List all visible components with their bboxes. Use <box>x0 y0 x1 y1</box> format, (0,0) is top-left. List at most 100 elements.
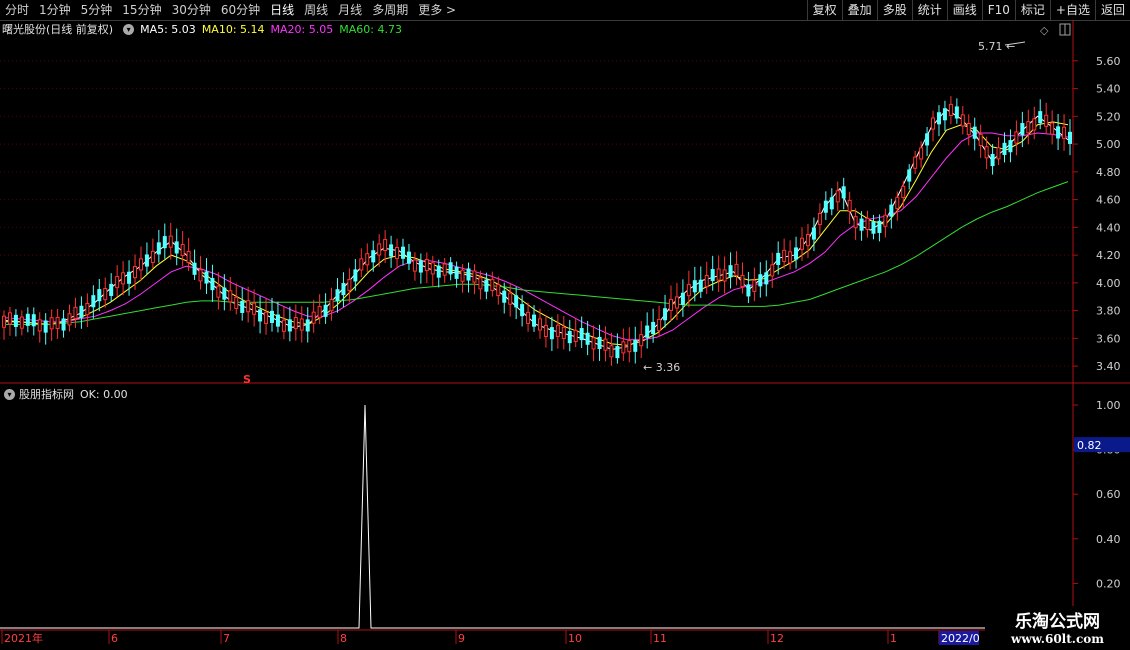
candle-body <box>1026 121 1031 134</box>
candle-body <box>996 147 1001 160</box>
candle-body <box>246 300 251 313</box>
y-tick-label: 3.60 <box>1096 332 1121 345</box>
candle-body <box>454 266 459 279</box>
candle-body <box>162 236 167 249</box>
candle-body <box>317 305 322 319</box>
candle-body <box>192 262 197 275</box>
candle-body <box>281 319 286 332</box>
candle-body <box>609 345 614 358</box>
candle-body <box>549 327 554 340</box>
candle-body <box>555 324 560 337</box>
candle-body <box>472 270 477 283</box>
candle-body <box>37 319 42 332</box>
candle-body <box>728 265 733 278</box>
candle-body <box>389 244 394 257</box>
candle-body <box>621 341 626 354</box>
candle-body <box>258 309 263 322</box>
diamond-icon: ◇ <box>1040 24 1049 37</box>
candle-body <box>25 313 30 326</box>
candle-body <box>865 217 870 230</box>
candle-body <box>144 254 149 267</box>
cursor-value-label: 0.82 <box>1077 439 1102 452</box>
y-tick-label: 4.80 <box>1096 166 1121 179</box>
candle-body <box>335 289 340 302</box>
candle-body <box>1020 123 1025 136</box>
candle-body <box>508 292 513 305</box>
candle-body <box>79 305 84 318</box>
candle-body <box>663 308 668 321</box>
candle-body <box>776 252 781 265</box>
y-tick-label: 5.20 <box>1096 110 1121 123</box>
candle-body <box>931 117 936 130</box>
candle-body <box>490 278 495 291</box>
candle-body <box>460 269 465 282</box>
y-tick-label: 4.60 <box>1096 194 1121 207</box>
candle-body <box>603 338 608 351</box>
candle-body <box>925 133 930 146</box>
candle-body <box>478 277 483 290</box>
candle-body <box>668 298 673 312</box>
candle-body <box>383 238 388 252</box>
candle-body <box>329 299 334 312</box>
y-tick-label: 3.40 <box>1096 360 1121 373</box>
y-tick-label: 3.80 <box>1096 305 1121 318</box>
candle-body <box>841 186 846 199</box>
candle-body <box>502 290 507 303</box>
candle-body <box>133 266 138 279</box>
candle-body <box>1014 131 1019 144</box>
x-axis-label: 9 <box>458 632 465 645</box>
candle-body <box>67 313 72 326</box>
candle-body <box>49 317 54 330</box>
candle-body <box>353 269 358 282</box>
candle-body <box>466 268 471 281</box>
candle-body <box>97 289 102 302</box>
candle-body <box>127 271 132 284</box>
candle-body <box>960 114 965 127</box>
candle-body <box>55 316 60 330</box>
candle-body <box>627 340 632 353</box>
candle-body <box>674 296 679 309</box>
candle-body <box>180 243 185 257</box>
candle-body <box>954 106 959 119</box>
candle-body <box>43 320 48 333</box>
candle-body <box>7 312 12 325</box>
y-tick-label: 4.20 <box>1096 249 1121 262</box>
candle-body <box>913 156 918 169</box>
kline-chart[interactable]: 5.60 5.40 5.20 5.00 4.80 4.60 4.40 4.20 4.00 3.80… <box>0 0 1130 650</box>
candle-body <box>871 221 876 234</box>
candle-body <box>1044 114 1049 127</box>
ma-line-ma10 <box>3 121 1069 346</box>
candle-body <box>633 339 638 352</box>
candle-body <box>496 283 501 297</box>
candle-body <box>228 290 233 303</box>
candle-body <box>401 246 406 259</box>
candle-body <box>823 200 828 213</box>
candle-body <box>585 332 590 345</box>
candle-body <box>811 227 816 240</box>
candle-body <box>1062 126 1067 139</box>
candle-body <box>442 263 447 276</box>
candle-body <box>371 250 376 263</box>
candle-body <box>2 315 6 328</box>
candle-body <box>752 279 757 292</box>
x-axis-label: 2022/0 <box>941 632 980 645</box>
candle-body <box>972 126 977 139</box>
candle-body <box>85 302 90 316</box>
ma-line-ma5 <box>4 108 1069 351</box>
candle-body <box>764 272 769 285</box>
candle-body <box>109 283 114 296</box>
candle-body <box>252 302 257 315</box>
candle-body <box>835 190 840 203</box>
y-tick-label: 4.00 <box>1096 277 1121 290</box>
candle-body <box>150 250 155 263</box>
candle-body <box>907 169 912 182</box>
candle-body <box>526 311 531 324</box>
candle-body <box>734 263 739 276</box>
candle-body <box>168 235 173 248</box>
candle-body <box>990 153 995 167</box>
s-marker: S <box>243 373 251 386</box>
candle-body <box>377 243 382 256</box>
candle-body <box>240 300 245 313</box>
candle-body <box>800 237 805 250</box>
x-axis-label: 8 <box>340 632 347 645</box>
